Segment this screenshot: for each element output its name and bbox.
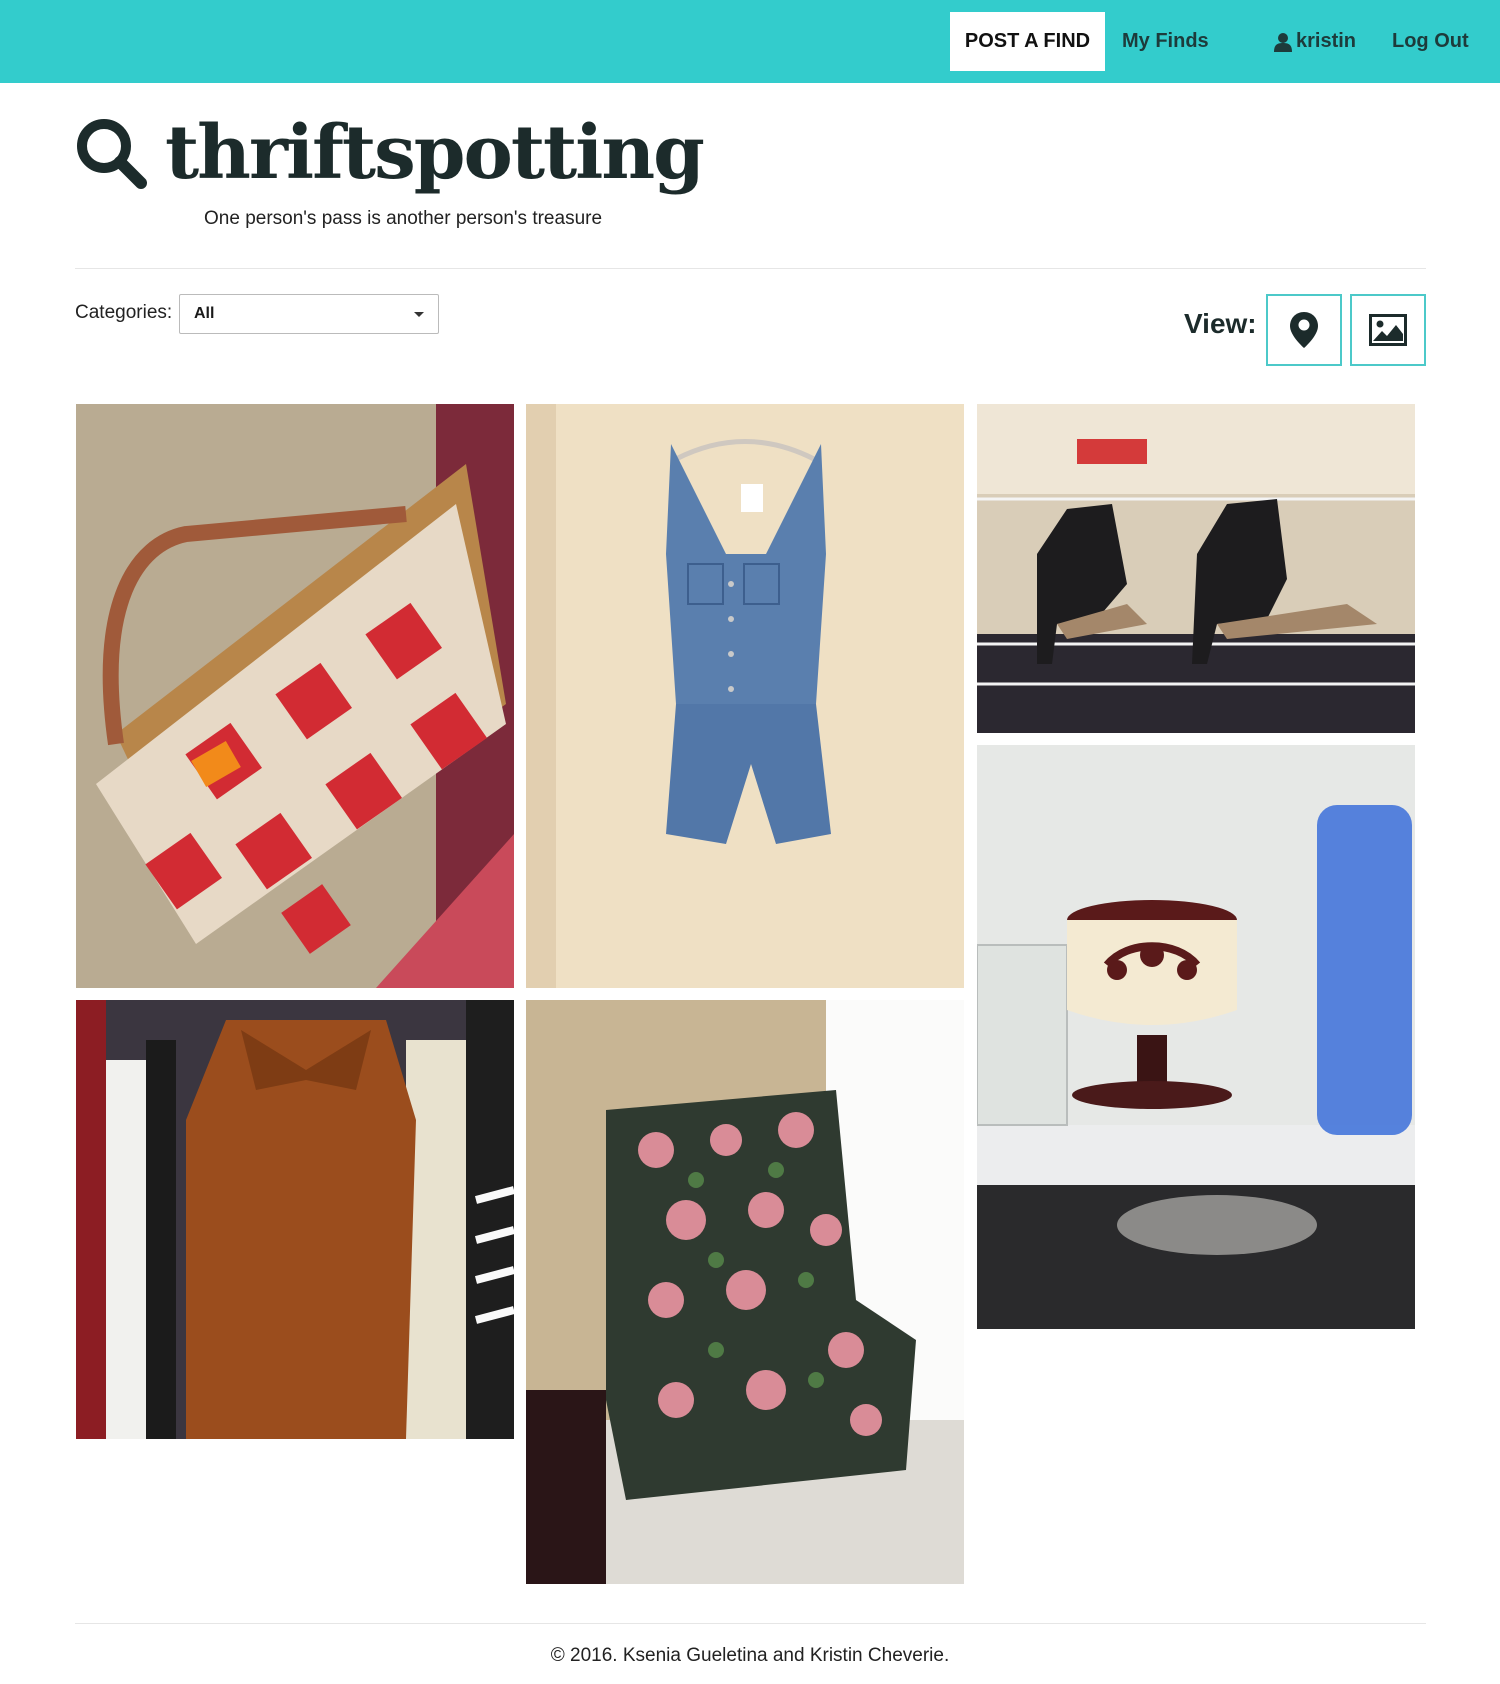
user-name-label: kristin [1296, 30, 1357, 52]
image-icon [1369, 314, 1407, 346]
categories-selected-value: All [194, 305, 215, 322]
find-photo-picnic-basket[interactable] [76, 404, 514, 988]
my-finds-link[interactable]: My Finds [1122, 12, 1209, 71]
user-profile-link[interactable]: kristin [1274, 12, 1356, 71]
find-photo-enamel-pot[interactable] [977, 745, 1415, 1329]
tagline: One person's pass is another person's tr… [204, 208, 603, 229]
copyright-footer: © 2016. Ksenia Gueletina and Kristin Che… [550, 1645, 950, 1666]
header-divider [75, 268, 1426, 269]
categories-select[interactable]: All [179, 294, 439, 334]
top-nav-bar: POST A FIND My Finds kristin Log Out [0, 0, 1500, 83]
logo-wordmark: thriftspotting [165, 110, 705, 196]
find-photo-denim-romper[interactable] [526, 404, 964, 988]
map-pin-icon [1290, 312, 1318, 348]
site-logo[interactable]: thriftspotting [75, 108, 705, 198]
find-photo-black-boots[interactable] [977, 404, 1415, 733]
photo-view-button[interactable] [1350, 294, 1426, 366]
map-view-button[interactable] [1266, 294, 1342, 366]
log-out-link[interactable]: Log Out [1392, 12, 1469, 71]
find-photo-brown-dress[interactable] [76, 1000, 514, 1439]
view-label: View: [1184, 308, 1257, 339]
caret-down-icon [414, 312, 424, 317]
user-icon [1274, 32, 1292, 52]
footer-divider [75, 1623, 1426, 1624]
post-a-find-button[interactable]: POST A FIND [950, 12, 1105, 71]
search-icon [77, 119, 147, 189]
find-photo-floral-armchair[interactable] [526, 1000, 964, 1584]
categories-label: Categories: [75, 302, 173, 323]
